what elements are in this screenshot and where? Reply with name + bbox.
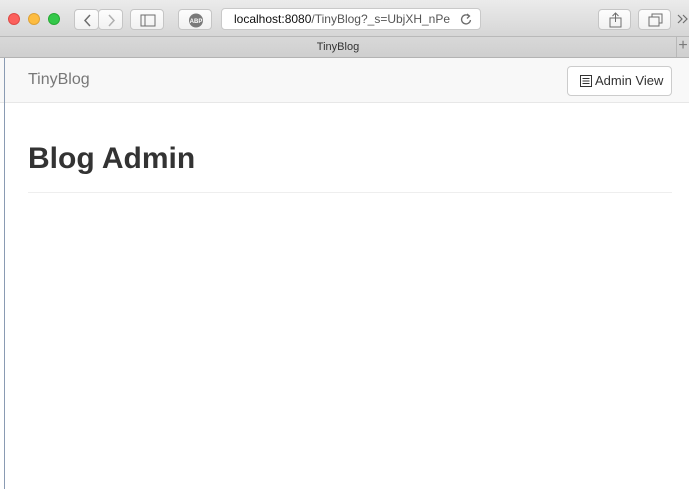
- chevron-left-icon: [83, 14, 91, 27]
- sidebar-icon: [140, 14, 156, 27]
- new-tab-button[interactable]: +: [677, 37, 689, 57]
- back-button[interactable]: [74, 9, 99, 30]
- tab-bar: TinyBlog +: [0, 37, 689, 58]
- navbar: TinyBlog Admin View: [0, 58, 689, 103]
- reload-icon[interactable]: [458, 11, 474, 27]
- browser-toolbar: ABP localhost:8080/TinyBlog?_s=UbjXH_nPe: [0, 0, 689, 37]
- url-text: localhost:8080/TinyBlog?_s=UbjXH_nPe: [234, 9, 450, 29]
- chevron-right-icon: [108, 14, 116, 27]
- admin-view-button[interactable]: Admin View: [567, 66, 672, 96]
- svg-text:ABP: ABP: [190, 19, 203, 25]
- share-button[interactable]: [598, 9, 631, 30]
- overflow-chevron-icon[interactable]: [677, 14, 689, 24]
- adblock-button[interactable]: ABP: [178, 9, 212, 30]
- minimize-window-button[interactable]: [28, 13, 40, 25]
- navbar-brand[interactable]: TinyBlog: [28, 71, 90, 89]
- address-bar[interactable]: localhost:8080/TinyBlog?_s=UbjXH_nPe: [221, 8, 481, 30]
- page-title: Blog Admin: [28, 142, 196, 175]
- tabs-overview-button[interactable]: [638, 9, 671, 30]
- window-left-edge: [4, 58, 5, 489]
- tab-tinyblog[interactable]: TinyBlog: [0, 37, 677, 57]
- sidebar-button[interactable]: [130, 9, 164, 30]
- tabs-icon: [648, 13, 663, 27]
- adblock-icon: ABP: [189, 13, 203, 28]
- list-alt-icon: [580, 75, 592, 87]
- admin-view-label: Admin View: [595, 73, 664, 88]
- zoom-window-button[interactable]: [48, 13, 60, 25]
- url-host: localhost:8080: [234, 12, 312, 26]
- title-divider: [28, 192, 672, 193]
- share-icon: [609, 12, 622, 28]
- url-path: /TinyBlog?_s=UbjXH_nPe: [311, 12, 451, 26]
- forward-button[interactable]: [98, 9, 123, 30]
- close-window-button[interactable]: [8, 13, 20, 25]
